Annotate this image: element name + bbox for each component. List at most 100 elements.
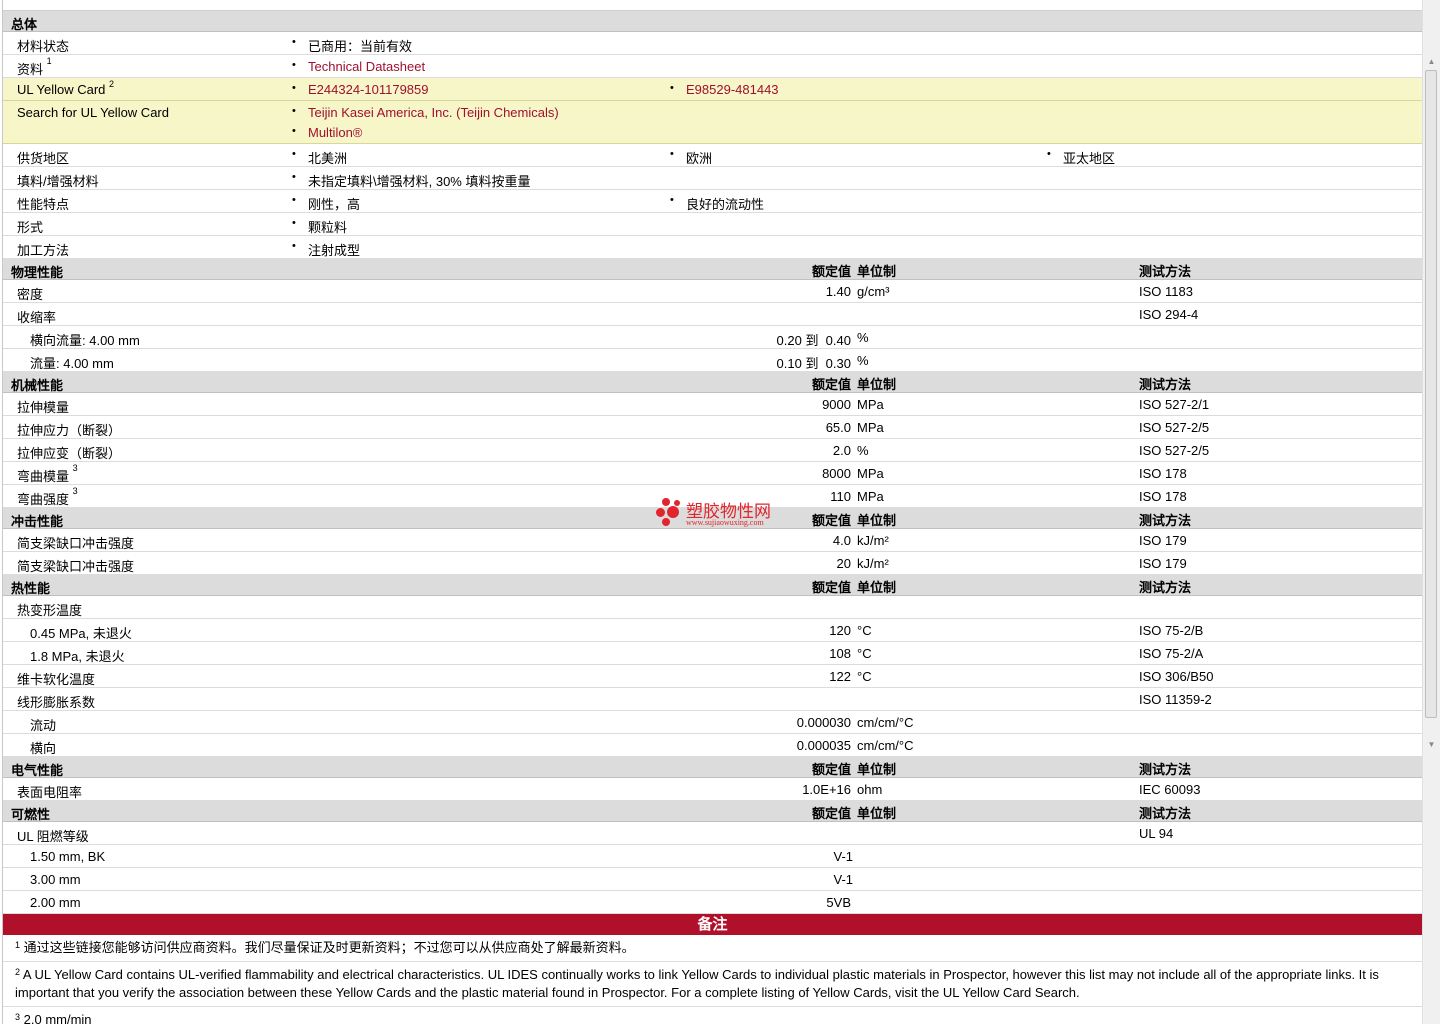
table-top-border bbox=[3, 0, 1422, 11]
property-value: 0.20 到 0.40 bbox=[776, 333, 851, 348]
property-label-text: 拉伸应变（断裂） bbox=[17, 446, 122, 461]
property-label: 拉伸模量 bbox=[17, 397, 69, 416]
row-value-item: Teijin Kasei America, Inc. (Teijin Chemi… bbox=[292, 105, 559, 120]
property-label: 流动 bbox=[30, 715, 56, 734]
property-value: 4.0 bbox=[832, 533, 851, 548]
property-label-text: 2.00 mm bbox=[30, 895, 81, 910]
property-row: 拉伸模量 9000 MPa ISO 527-2/1 bbox=[3, 393, 1422, 416]
column-header-value: 额定值 bbox=[811, 377, 851, 392]
property-label-text: 流动 bbox=[30, 718, 57, 733]
general-row: 加工方法 注射成型 bbox=[3, 236, 1422, 259]
property-value: 110 bbox=[830, 489, 851, 504]
property-value: V-1 bbox=[833, 872, 853, 887]
scroll-up-arrow-icon[interactable]: ▲ bbox=[1425, 55, 1438, 68]
column-header-unit: 单位制 bbox=[857, 513, 897, 528]
general-row: 性能特点 刚性，高 良好的流动性 bbox=[3, 190, 1422, 213]
watermark-dot-icon bbox=[667, 506, 679, 518]
column-header-value: 额定值 bbox=[811, 264, 851, 279]
row-label: 形式 bbox=[17, 217, 43, 236]
property-test-method: ISO 294-4 bbox=[1139, 307, 1199, 322]
value-link[interactable]: E98529-481443 bbox=[686, 82, 779, 97]
row-value-item: 良好的流动性 bbox=[670, 194, 764, 213]
footnote: 3 2.0 mm/min bbox=[3, 1007, 1422, 1024]
value-link[interactable]: E244324-101179859 bbox=[308, 82, 429, 97]
row-label-text: 资料 bbox=[17, 62, 44, 77]
column-header-unit: 单位制 bbox=[857, 580, 897, 595]
property-value: 1.40 bbox=[825, 284, 851, 299]
column-header-unit: 单位制 bbox=[857, 806, 897, 821]
property-value: 1.0E+16 bbox=[802, 782, 851, 797]
property-label-text: 拉伸模量 bbox=[17, 400, 70, 415]
property-value: 9000 bbox=[822, 397, 851, 412]
property-row: 流量: 4.00 mm 0.10 到 0.30% bbox=[3, 349, 1422, 372]
property-label: UL 阻燃等级 bbox=[17, 826, 89, 845]
row-value-item: 北美洲 bbox=[292, 148, 348, 167]
row-value-item: 颗粒料 bbox=[292, 217, 348, 236]
column-header-test-method: 测试方法 bbox=[1139, 580, 1192, 595]
scroll-thumb[interactable] bbox=[1425, 70, 1437, 718]
row-label-text: 填料/增强材料 bbox=[17, 174, 99, 189]
scroll-down-arrow-icon[interactable]: ▼ bbox=[1425, 738, 1438, 751]
section-title: 物理性能 bbox=[11, 265, 64, 280]
property-label: 弯曲模量 3 bbox=[17, 463, 78, 485]
property-unit: MPa bbox=[857, 420, 884, 435]
property-label-text: 1.50 mm, BK bbox=[30, 849, 106, 864]
section-title: 总体 bbox=[11, 17, 38, 32]
property-label: 流量: 4.00 mm bbox=[30, 353, 114, 372]
row-label-text: 性能特点 bbox=[17, 197, 70, 212]
watermark-logo: 塑胶物性网 www.sujiaowuxing.com bbox=[656, 496, 796, 530]
property-unit: ohm bbox=[857, 782, 883, 797]
column-header-unit: 单位制 bbox=[857, 264, 897, 279]
property-label-text: 密度 bbox=[17, 287, 44, 302]
property-label: 简支梁缺口冲击强度 bbox=[17, 533, 134, 552]
section-title: 可燃性 bbox=[11, 807, 51, 822]
value-text: 北美洲 bbox=[308, 151, 348, 166]
footnote-ref: 3 bbox=[72, 463, 78, 473]
property-row: 1.8 MPa, 未退火 108 °C ISO 75-2/A bbox=[3, 642, 1422, 665]
value-text: 欧洲 bbox=[686, 151, 713, 166]
section-title: 热性能 bbox=[11, 581, 51, 596]
column-header-value: 额定值 bbox=[811, 580, 851, 595]
section-header: 热性能 额定值 单位制 测试方法 bbox=[3, 575, 1422, 596]
vertical-scrollbar[interactable]: ▲ ▼ bbox=[1422, 0, 1440, 1024]
row-value-item: 注射成型 bbox=[292, 240, 360, 259]
general-row: 形式 颗粒料 bbox=[3, 213, 1422, 236]
value-link[interactable]: Multilon® bbox=[308, 125, 362, 140]
value-link[interactable]: Technical Datasheet bbox=[308, 59, 425, 74]
property-label-text: 简支梁缺口冲击强度 bbox=[17, 536, 135, 551]
property-value: 108 bbox=[829, 646, 851, 661]
footnote-text: 2.0 mm/min bbox=[23, 1012, 92, 1024]
watermark-dot-icon bbox=[662, 518, 670, 526]
property-label: 横向流量: 4.00 mm bbox=[30, 330, 140, 349]
property-test-method: ISO 178 bbox=[1139, 489, 1187, 504]
property-label: 弯曲强度 3 bbox=[17, 486, 78, 508]
property-label-text: 简支梁缺口冲击强度 bbox=[17, 559, 135, 574]
footnote-number: 1 bbox=[15, 940, 21, 950]
row-value-item: 已商用：当前有效 bbox=[292, 36, 412, 55]
property-value: 20 bbox=[836, 556, 851, 571]
row-value-item: E244324-101179859 bbox=[292, 82, 429, 97]
row-value-item: 刚性，高 bbox=[292, 194, 360, 213]
property-unit: kJ/m² bbox=[857, 533, 889, 548]
value-link[interactable]: Teijin Kasei America, Inc. (Teijin Chemi… bbox=[308, 105, 559, 120]
value-text: 颗粒料 bbox=[308, 220, 348, 235]
section-title: 电气性能 bbox=[11, 763, 64, 778]
property-row: 2.00 mm 5VB bbox=[3, 891, 1422, 914]
property-value: 8000 bbox=[822, 466, 851, 481]
general-row: 资料 1 Technical Datasheet bbox=[3, 55, 1422, 78]
property-label: 拉伸应变（断裂） bbox=[17, 443, 121, 462]
property-label: 1.50 mm, BK bbox=[30, 849, 105, 864]
property-row: 横向 0.000035 cm/cm/°C bbox=[3, 734, 1422, 757]
property-row: 简支梁缺口冲击强度 20 kJ/m² ISO 179 bbox=[3, 552, 1422, 575]
footnote-number: 2 bbox=[15, 967, 21, 977]
footnote-number: 3 bbox=[15, 1012, 21, 1022]
property-label-text: 弯曲模量 bbox=[17, 469, 70, 484]
property-value: 5VB bbox=[826, 895, 851, 910]
property-value: 65.0 bbox=[825, 420, 851, 435]
footnote: 2 A UL Yellow Card contains UL-verified … bbox=[3, 962, 1422, 1007]
property-value: 0.000030 bbox=[796, 715, 851, 730]
property-label: 表面电阻率 bbox=[17, 782, 82, 801]
row-label-text: 形式 bbox=[17, 220, 44, 235]
property-row: 维卡软化温度 122 °C ISO 306/B50 bbox=[3, 665, 1422, 688]
property-test-method: ISO 179 bbox=[1139, 533, 1187, 548]
